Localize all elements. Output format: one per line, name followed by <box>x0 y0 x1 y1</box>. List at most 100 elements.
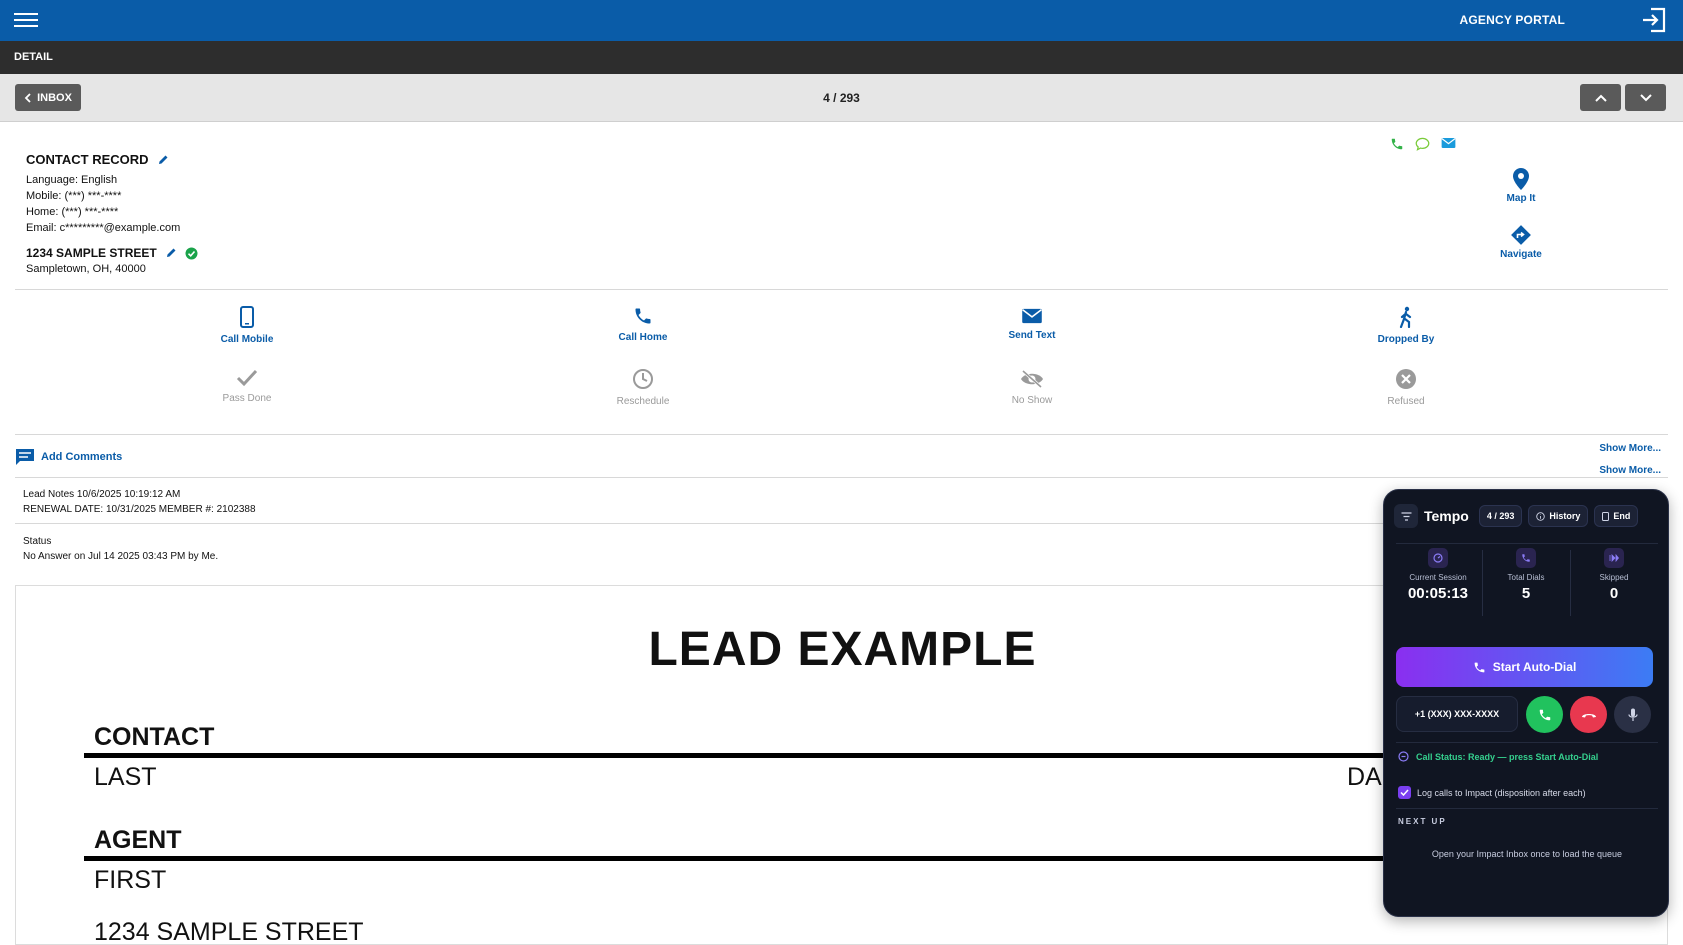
edit-pencil-icon[interactable] <box>157 154 169 166</box>
envelope-icon <box>1022 308 1042 324</box>
send-text-button[interactable]: Send Text <box>972 308 1092 341</box>
phone-icon <box>1516 548 1536 568</box>
widget-brand: Tempo <box>1424 508 1469 524</box>
phone-icon[interactable] <box>1390 137 1404 151</box>
status-note-header: Status <box>23 536 52 547</box>
phone-icon <box>635 308 651 324</box>
field-last: LAST <box>94 763 157 791</box>
page-title: DETAIL <box>14 51 53 63</box>
refused-button[interactable]: Refused <box>1346 368 1466 407</box>
comment-icon <box>16 449 34 465</box>
stat-current-session: Current Session 00:05:13 <box>1396 548 1480 602</box>
x-circle-icon <box>1396 369 1416 389</box>
contact-record: CONTACT RECORD Language: English Mobile:… <box>26 152 198 277</box>
add-comments-button[interactable]: Add Comments <box>15 448 122 466</box>
add-comments-label: Add Comments <box>41 451 123 463</box>
show-more-link[interactable]: Show More... <box>1599 443 1661 454</box>
walking-person-icon <box>1399 306 1412 329</box>
field-date: DA <box>1347 763 1382 791</box>
stat-value: 5 <box>1521 585 1531 602</box>
send-text-label: Send Text <box>1008 330 1056 341</box>
stat-total-dials: Total Dials 5 <box>1484 548 1568 602</box>
stat-value: 0 <box>1609 585 1619 602</box>
call-home-label: Call Home <box>618 332 668 343</box>
previous-record-button[interactable] <box>1580 84 1621 111</box>
log-calls-checkbox[interactable] <box>1398 786 1411 799</box>
show-more-link[interactable]: Show More... <box>1599 465 1661 476</box>
queue-counter: 4 / 293 <box>1478 505 1523 527</box>
field-first: FIRST <box>94 866 167 894</box>
stat-label: Total Dials <box>1507 573 1545 582</box>
stat-skipped: Skipped 0 <box>1572 548 1656 602</box>
app-header: AGENCY PORTAL <box>0 0 1683 41</box>
phone-number-value: +1 (XXX) XXX-XXXX <box>1414 709 1500 719</box>
next-record-button[interactable] <box>1625 84 1666 111</box>
reschedule-button[interactable]: Reschedule <box>583 368 703 407</box>
agency-portal-label[interactable]: AGENCY PORTAL <box>1460 13 1566 27</box>
mute-microphone-button[interactable] <box>1614 696 1651 733</box>
queue-counter-text: 4 / 293 <box>1486 511 1515 521</box>
map-it-label: Map It <box>1506 193 1536 204</box>
pass-done-button[interactable]: Pass Done <box>187 369 307 404</box>
dropped-by-button[interactable]: Dropped By <box>1346 306 1466 345</box>
divider <box>1482 550 1483 616</box>
chevron-up-icon <box>1594 94 1607 102</box>
section-agent-heading: AGENT <box>94 826 182 854</box>
divider <box>15 289 1668 290</box>
history-label: History <box>1549 511 1581 521</box>
navigate-button[interactable]: Navigate <box>1476 224 1566 260</box>
reschedule-label: Reschedule <box>616 396 670 407</box>
microphone-icon <box>1627 708 1638 721</box>
chat-bubble-icon[interactable] <box>1415 137 1430 151</box>
call-mobile-button[interactable]: Call Mobile <box>187 306 307 345</box>
next-up-heading: NEXT UP <box>1398 817 1447 826</box>
divider <box>1396 742 1658 743</box>
status-note: Status No Answer on Jul 14 2025 03:43 PM… <box>23 534 218 564</box>
log-calls-label: Log calls to Impact (disposition after e… <box>1417 787 1586 798</box>
menu-icon[interactable] <box>14 9 38 31</box>
address-line2: Sampletown, OH, 40000 <box>26 263 146 275</box>
call-status: Call Status: Ready — press Start Auto-Di… <box>1398 751 1598 762</box>
answer-call-button[interactable] <box>1526 696 1563 733</box>
pass-done-label: Pass Done <box>222 393 272 404</box>
quick-contact-icons <box>1390 137 1456 151</box>
widget-header: Tempo 4 / 293 History End <box>1394 500 1660 532</box>
section-rule <box>84 753 1484 758</box>
edit-pencil-icon[interactable] <box>165 247 177 259</box>
mobile-text: Mobile: (***) ***-**** <box>26 190 122 202</box>
divider <box>1396 808 1658 809</box>
queue-empty-message: Open your Impact Inbox once to load the … <box>1431 849 1623 859</box>
navigate-label: Navigate <box>1500 249 1542 260</box>
tempo-dialer-widget: Tempo 4 / 293 History End Current Sessio… <box>1383 489 1669 917</box>
skip-icon <box>1604 548 1624 568</box>
divider <box>1396 543 1658 544</box>
history-button[interactable]: History <box>1528 505 1589 527</box>
refused-label: Refused <box>1387 396 1425 407</box>
section-rule <box>84 856 1484 861</box>
start-auto-dial-label: Start Auto-Dial <box>1492 660 1577 674</box>
checkmark-icon <box>1400 789 1409 796</box>
info-circle-icon <box>1536 511 1546 521</box>
call-home-button[interactable]: Call Home <box>583 306 703 343</box>
no-show-button[interactable]: No Show <box>972 369 1092 406</box>
end-session-button[interactable]: End <box>1594 505 1639 527</box>
hang-up-button[interactable] <box>1570 696 1607 733</box>
email-icon[interactable] <box>1441 137 1456 149</box>
log-calls-option[interactable]: Log calls to Impact (disposition after e… <box>1398 786 1586 799</box>
record-navigation: INBOX 4 / 293 <box>0 74 1683 122</box>
status-circle-icon <box>1398 751 1409 762</box>
field-address: 1234 SAMPLE STREET <box>94 918 364 945</box>
record-counter: 4 / 293 <box>823 91 860 105</box>
stop-square-icon <box>1602 511 1610 521</box>
map-it-button[interactable]: Map It <box>1476 168 1566 204</box>
phone-hangup-icon <box>1581 713 1596 717</box>
verified-check-icon <box>185 247 198 259</box>
sign-out-icon[interactable] <box>1641 7 1667 33</box>
phone-number-input[interactable]: +1 (XXX) XXX-XXXX <box>1396 696 1518 732</box>
call-mobile-label: Call Mobile <box>220 334 274 345</box>
mobile-phone-icon <box>240 306 254 328</box>
divider <box>15 434 1668 435</box>
start-auto-dial-button[interactable]: Start Auto-Dial <box>1396 647 1653 687</box>
phone-ring-icon <box>1474 662 1485 672</box>
filter-menu-icon[interactable] <box>1394 504 1418 528</box>
